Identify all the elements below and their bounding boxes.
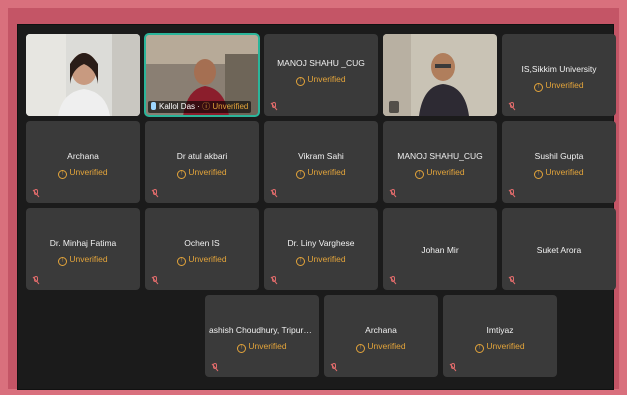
participant-tile[interactable]: Dr. Liny Varghese ! Unverified	[264, 208, 378, 290]
mic-off-icon	[508, 189, 516, 198]
participant-status: ! Unverified	[264, 254, 378, 266]
participant-name-label: Kallol Das · ⓘ Unverified	[148, 101, 252, 113]
participant-name: ashish Choudhury, Tripura ...	[209, 325, 318, 335]
participant-tile[interactable]: ashish Choudhury, Tripura ... ! Unverifie…	[205, 295, 319, 377]
participant-name: MANOJ SHAHU_CUG	[397, 151, 483, 161]
mic-off-icon	[270, 276, 278, 285]
mic-off-icon	[449, 363, 457, 372]
warning-circle-icon: !	[415, 170, 425, 179]
participant-name: Imtiyaz	[486, 325, 514, 335]
participant-name: Suket Arora	[536, 245, 582, 255]
participant-status: Unverified	[212, 102, 249, 111]
mic-off-icon	[508, 102, 516, 111]
participant-tile-video-active[interactable]: Kallol Das · ⓘ Unverified	[144, 33, 260, 117]
warning-circle-icon: !	[475, 344, 485, 353]
mic-off-icon	[211, 363, 219, 372]
participant-tile[interactable]: Johan Mir	[383, 208, 497, 290]
warning-circle-icon: !	[296, 77, 306, 86]
participant-name: IS,Sikkim University	[521, 64, 597, 74]
mic-off-icon	[389, 189, 397, 198]
participant-status: ! Unverified	[502, 167, 616, 179]
warning-circle-icon: ⓘ	[202, 102, 211, 111]
mic-off-icon	[389, 276, 397, 285]
participant-status: ! Unverified	[264, 74, 378, 86]
warning-circle-icon: !	[58, 257, 68, 266]
participant-video-feed	[26, 34, 140, 116]
warning-circle-icon: !	[534, 83, 544, 92]
warning-circle-icon: !	[58, 170, 68, 179]
participant-tile[interactable]: Archana ! Unverified	[324, 295, 438, 377]
participant-status: ! Unverified	[324, 341, 438, 353]
mic-off-icon	[270, 189, 278, 198]
warning-circle-icon: !	[177, 257, 187, 266]
participant-tile[interactable]: Archana ! Unverified	[26, 121, 140, 203]
participant-status: ! Unverified	[26, 254, 140, 266]
participant-tile[interactable]: Ochen IS ! Unverified	[145, 208, 259, 290]
mic-off-icon	[508, 276, 516, 285]
participant-status: ! Unverified	[145, 254, 259, 266]
participant-video-feed	[383, 34, 497, 116]
participant-name: Dr. Liny Varghese	[287, 238, 355, 248]
mic-off-icon	[151, 276, 159, 285]
participant-status: ! Unverified	[264, 167, 378, 179]
participant-name: Archana	[67, 151, 99, 161]
participant-tile[interactable]: Sushil Gupta ! Unverified	[502, 121, 616, 203]
participant-status: ! Unverified	[145, 167, 259, 179]
participant-tile-video[interactable]	[383, 34, 497, 116]
participant-tile[interactable]: MANOJ SHAHU_CUG ! Unverified	[383, 121, 497, 203]
mic-off-icon	[330, 363, 338, 372]
participant-name: MANOJ SHAHU _CUG	[277, 58, 365, 68]
mic-off-icon	[270, 102, 278, 111]
participant-name: Dr. Minhaj Fatima	[49, 238, 117, 248]
mic-off-icon	[151, 189, 159, 198]
participant-tile[interactable]: MANOJ SHAHU _CUG ! Unverified	[264, 34, 378, 116]
warning-circle-icon: !	[237, 344, 247, 353]
participant-tile[interactable]: Dr. Minhaj Fatima ! Unverified	[26, 208, 140, 290]
participant-tile-video[interactable]	[26, 34, 140, 116]
warning-circle-icon: !	[177, 170, 187, 179]
participant-name: Vikram Sahi	[298, 151, 344, 161]
participant-tile[interactable]: IS,Sikkim University ! Unverified	[502, 34, 616, 116]
warning-circle-icon: !	[296, 257, 306, 266]
participant-name: Dr atul akbari	[176, 151, 228, 161]
participant-status: ! Unverified	[205, 341, 319, 353]
participant-status: ! Unverified	[443, 341, 557, 353]
participant-status: ! Unverified	[383, 167, 497, 179]
warning-circle-icon: !	[534, 170, 544, 179]
warning-circle-icon: !	[356, 344, 366, 353]
warning-circle-icon: !	[296, 170, 306, 179]
participant-tile[interactable]: Dr atul akbari ! Unverified	[145, 121, 259, 203]
participant-name: Sushil Gupta	[534, 151, 584, 161]
participant-status: ! Unverified	[26, 167, 140, 179]
participant-tile[interactable]: Suket Arora	[502, 208, 616, 290]
participant-name: Johan Mir	[421, 245, 459, 255]
participant-name: Archana	[365, 325, 397, 335]
participant-name: Kallol Das	[159, 102, 196, 111]
mic-off-icon	[32, 276, 40, 285]
participant-tile[interactable]: Vikram Sahi ! Unverified	[264, 121, 378, 203]
mic-off-icon	[389, 101, 399, 113]
participant-status: ! Unverified	[502, 80, 616, 92]
meeting-gallery: Kallol Das · ⓘ Unverified MANOJ SHAHU _C…	[17, 24, 616, 390]
participant-tile[interactable]: Imtiyaz ! Unverified	[443, 295, 557, 377]
participant-name: Ochen IS	[184, 238, 220, 248]
mic-off-icon	[32, 189, 40, 198]
muted-mic-icon	[151, 102, 156, 110]
